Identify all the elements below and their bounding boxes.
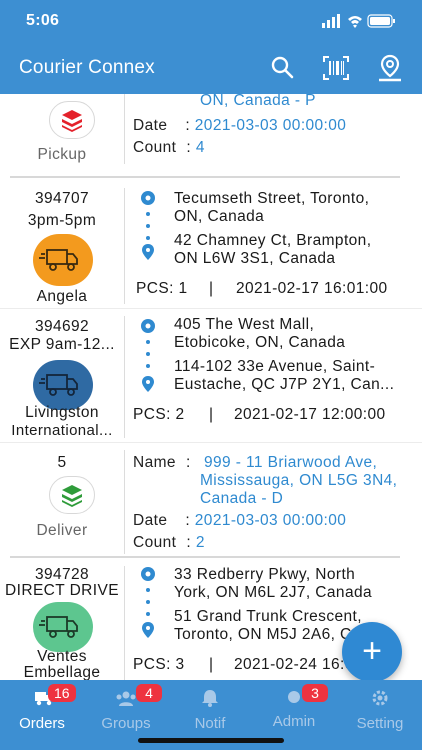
route-icon xyxy=(141,567,155,638)
status-indicators-icon xyxy=(322,14,395,28)
admin-badge: 3 xyxy=(302,684,328,702)
pickup-address-line: Tecumseth Street, Toronto, xyxy=(174,190,370,207)
pickup-address-line: 33 Redberry Pkwy, North xyxy=(174,566,356,583)
status-bar: 5:06 xyxy=(0,0,422,42)
separator: | xyxy=(209,280,214,297)
name-value-line: Canada - D xyxy=(200,490,284,507)
time-window: EXP 9am-12... xyxy=(9,336,115,353)
name-value-line: 999 - 11 Briarwood Ave, xyxy=(204,454,378,471)
count-value: 2 xyxy=(195,534,205,551)
deliver-task-card[interactable]: 5 Deliver Name: 999 - 11 Briarwood Ave, … xyxy=(0,446,422,558)
pickup-address-line: York, ON M6L 2J7, Canada xyxy=(174,584,372,601)
name-row: Name: xyxy=(133,454,191,471)
pickup-address-line: Etobicoke, ON, Canada xyxy=(174,334,346,351)
route-icon xyxy=(141,191,155,260)
pickup-stack-icon[interactable] xyxy=(49,101,95,139)
app-header: 5:06 Courier Connex xyxy=(0,0,422,94)
delivery-truck-icon xyxy=(33,234,93,286)
orders-list[interactable]: Pickup ON, Canada - P Date: 2021-03-03 0… xyxy=(0,94,422,680)
dropoff-address-line: 114-102 33e Avenue, Saint- xyxy=(174,358,376,375)
dropoff-address-line: Eustache, QC J7P 2Y1, Can... xyxy=(174,376,395,393)
deliver-stack-icon[interactable] xyxy=(49,476,95,514)
groups-badge: 4 xyxy=(136,684,162,702)
name-value-line: Mississauga, ON L5G 3N4, xyxy=(200,472,398,489)
date-value: 2021-03-03 00:00:00 xyxy=(194,512,347,529)
admin-icon xyxy=(288,691,300,703)
search-icon[interactable] xyxy=(269,54,297,82)
separator: | xyxy=(209,656,214,673)
driver-name: International... xyxy=(11,422,113,439)
date-row: Date: 2021-03-03 00:00:00 xyxy=(133,512,347,529)
delivery-truck-icon xyxy=(33,360,93,410)
driver-name: Livingston xyxy=(25,404,99,421)
address-line: ON, Canada - P xyxy=(200,94,316,109)
order-card[interactable]: 394707 3pm-5pm Angela Tecumseth Street, … xyxy=(0,184,422,309)
order-datetime: 2021-02-17 12:00:00 xyxy=(234,406,386,423)
pickup-address-line: 405 The West Mall, xyxy=(174,316,315,333)
date-value: 2021-03-03 00:00:00 xyxy=(194,117,347,134)
pickup-task-card[interactable]: Pickup ON, Canada - P Date: 2021-03-03 0… xyxy=(0,94,422,178)
pieces-count: PCS: 2 xyxy=(133,406,185,423)
orders-badge: 16 xyxy=(48,684,76,702)
gear-icon xyxy=(372,690,388,706)
order-card[interactable]: 394692 EXP 9am-12... Livingston Internat… xyxy=(0,312,422,443)
pickup-address-line: ON, Canada xyxy=(174,208,265,225)
time-window: DIRECT DRIVE xyxy=(5,582,119,599)
tab-label: Setting xyxy=(356,715,404,732)
add-order-button[interactable]: + xyxy=(342,622,402,682)
status-time: 5:06 xyxy=(26,12,60,29)
driver-name: Angela xyxy=(36,288,88,305)
tab-label: Admin xyxy=(272,713,316,730)
map-pin-icon[interactable] xyxy=(376,54,404,82)
task-type-label: Pickup xyxy=(37,146,87,163)
order-id: 394707 xyxy=(34,190,90,207)
tab-setting[interactable]: Setting xyxy=(338,680,422,750)
tab-orders[interactable]: 16 Orders xyxy=(0,680,84,750)
task-count: 5 xyxy=(57,454,67,471)
time-window: 3pm-5pm xyxy=(27,212,97,229)
tab-label: Notif xyxy=(194,715,226,732)
tab-label: Groups xyxy=(101,715,151,732)
bell-icon xyxy=(202,690,218,707)
count-row: Count: 4 xyxy=(133,139,205,156)
dropoff-address-line: 51 Grand Trunk Crescent, xyxy=(174,608,362,625)
count-value: 4 xyxy=(195,139,205,156)
delivery-truck-icon xyxy=(33,602,93,652)
app-title: Courier Connex xyxy=(19,57,155,78)
bottom-tab-bar: 16 Orders 4 Groups Notif 3 Admin Setting xyxy=(0,680,422,750)
count-row: Count: 2 xyxy=(133,534,205,551)
home-indicator xyxy=(138,738,284,743)
date-row: Date: 2021-03-03 00:00:00 xyxy=(133,117,347,134)
dropoff-address-line: ON L6W 3S1, Canada xyxy=(174,250,336,267)
group-icon xyxy=(116,691,136,706)
route-icon xyxy=(141,319,155,392)
order-id: 394692 xyxy=(34,318,90,335)
separator: | xyxy=(209,406,214,423)
task-type-label: Deliver xyxy=(36,522,88,539)
driver-name: Embellage xyxy=(23,664,101,680)
order-datetime: 2021-02-17 16:01:00 xyxy=(236,280,388,297)
tab-label: Orders xyxy=(19,715,65,732)
dropoff-address-line: 42 Chamney Ct, Brampton, xyxy=(174,232,372,249)
pieces-count: PCS: 1 xyxy=(136,280,188,297)
barcode-scan-icon[interactable] xyxy=(322,54,350,82)
pieces-count: PCS: 3 xyxy=(133,656,185,673)
